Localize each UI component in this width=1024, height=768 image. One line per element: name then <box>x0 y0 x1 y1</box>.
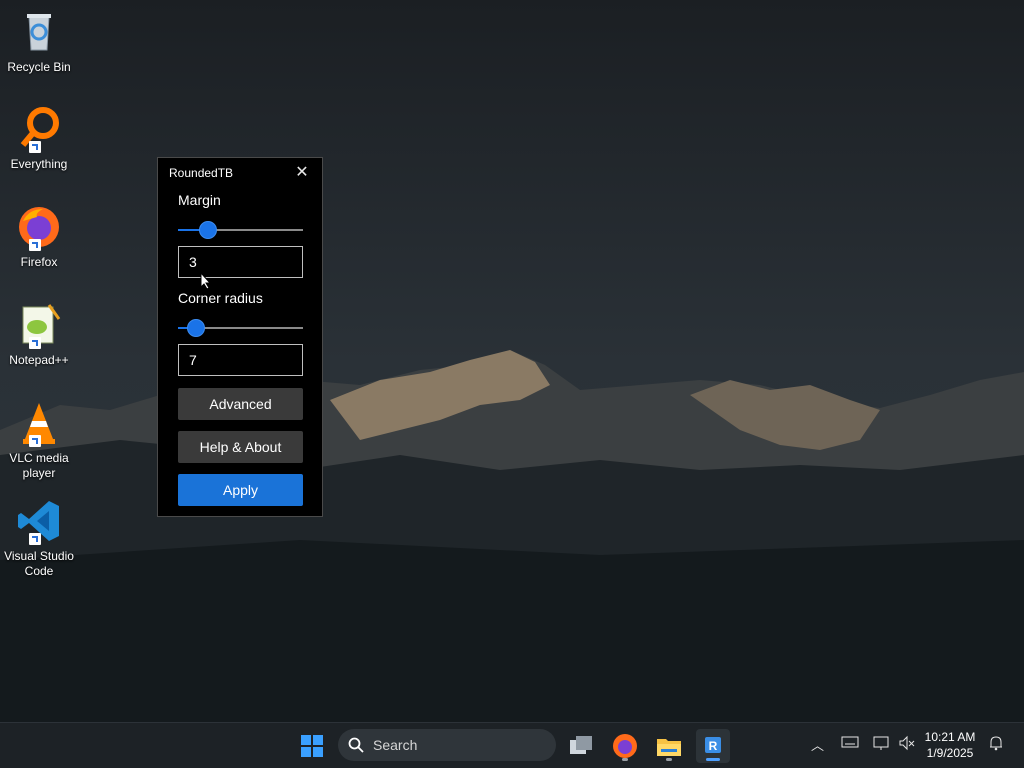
taskbar-search-box[interactable]: Search <box>338 729 556 761</box>
volume-button[interactable] <box>898 735 916 754</box>
roundedtb-window: RoundedTB ✕ Margin 3 Corner radius 7 Adv… <box>157 157 323 517</box>
apply-button[interactable]: Apply <box>178 474 303 506</box>
taskbar: Search R ︿ 10:21 AM 1/9/2025 <box>0 722 1024 768</box>
task-view-icon <box>570 736 592 754</box>
vscode-icon <box>15 497 63 545</box>
slider-thumb[interactable] <box>186 319 205 337</box>
desktop-icon-firefox[interactable]: Firefox <box>0 203 78 270</box>
desktop-icon-label: Visual Studio Code <box>4 549 74 578</box>
desktop-icon-vlc[interactable]: VLC media player <box>0 399 78 481</box>
keyboard-icon <box>841 736 859 748</box>
start-icon <box>301 735 323 757</box>
firefox-icon <box>15 203 63 251</box>
desktop-icon-label: Firefox <box>20 255 58 269</box>
network-icon <box>873 736 889 750</box>
close-button[interactable]: ✕ <box>292 163 312 183</box>
clock-date: 1/9/2025 <box>926 746 974 760</box>
desktop-icon-label: Notepad++ <box>9 353 69 367</box>
volume-muted-icon <box>899 735 915 751</box>
running-indicator <box>666 758 672 761</box>
desktop-icon-label: VLC media player <box>9 451 69 480</box>
slider-thumb[interactable] <box>199 221 218 239</box>
help-about-button[interactable]: Help & About <box>178 431 303 463</box>
search-icon <box>348 737 364 753</box>
taskbar-file-explorer-button[interactable] <box>652 729 686 763</box>
network-button[interactable] <box>872 735 890 754</box>
start-button[interactable] <box>295 729 329 763</box>
task-view-button[interactable] <box>564 729 598 763</box>
margin-slider[interactable] <box>178 220 303 240</box>
margin-input[interactable]: 3 <box>178 246 303 278</box>
notifications-button[interactable] <box>988 735 1004 754</box>
taskbar-roundedtb-button[interactable]: R <box>696 729 730 763</box>
corner-radius-input[interactable]: 7 <box>178 344 303 376</box>
desktop-icon-notepad-plus-plus[interactable]: Notepad++ <box>0 301 78 368</box>
active-indicator <box>706 758 720 761</box>
desktop-icon-everything[interactable]: Everything <box>0 105 78 172</box>
shortcut-arrow-icon <box>29 239 41 251</box>
show-hidden-icons-button[interactable]: ︿ <box>811 735 824 754</box>
desktop-icon-vscode[interactable]: Visual Studio Code <box>0 497 78 579</box>
window-title: RoundedTB <box>169 166 234 180</box>
desktop-icon-label: Recycle Bin <box>7 60 71 74</box>
shortcut-arrow-icon <box>29 141 41 153</box>
recycle-bin-icon <box>15 8 63 56</box>
chevron-up-icon: ︿ <box>811 738 825 753</box>
everything-search-icon <box>15 105 63 153</box>
shortcut-arrow-icon <box>29 435 41 447</box>
desktop-icon-recycle-bin[interactable]: Recycle Bin <box>0 8 78 75</box>
margin-label: Margin <box>178 192 221 208</box>
svg-text:R: R <box>709 739 718 753</box>
notification-bell-icon <box>990 736 1002 751</box>
advanced-button[interactable]: Advanced <box>178 388 303 420</box>
shortcut-arrow-icon <box>29 337 41 349</box>
shortcut-arrow-icon <box>29 533 41 545</box>
clock[interactable]: 10:21 AM 1/9/2025 <box>919 729 981 761</box>
taskbar-firefox-button[interactable] <box>608 729 642 763</box>
running-indicator <box>622 758 628 761</box>
search-placeholder: Search <box>373 737 418 753</box>
clock-time: 10:21 AM <box>924 730 976 744</box>
corner-radius-slider[interactable] <box>178 318 303 338</box>
notepad-plus-plus-icon <box>15 301 63 349</box>
close-icon: ✕ <box>295 164 309 181</box>
keyboard-button[interactable] <box>841 735 859 752</box>
mouse-cursor-icon <box>200 272 212 290</box>
vlc-icon <box>15 399 63 447</box>
desktop-icon-label: Everything <box>10 157 68 171</box>
corner-radius-label: Corner radius <box>178 290 263 306</box>
desktop-wallpaper <box>0 0 1024 722</box>
